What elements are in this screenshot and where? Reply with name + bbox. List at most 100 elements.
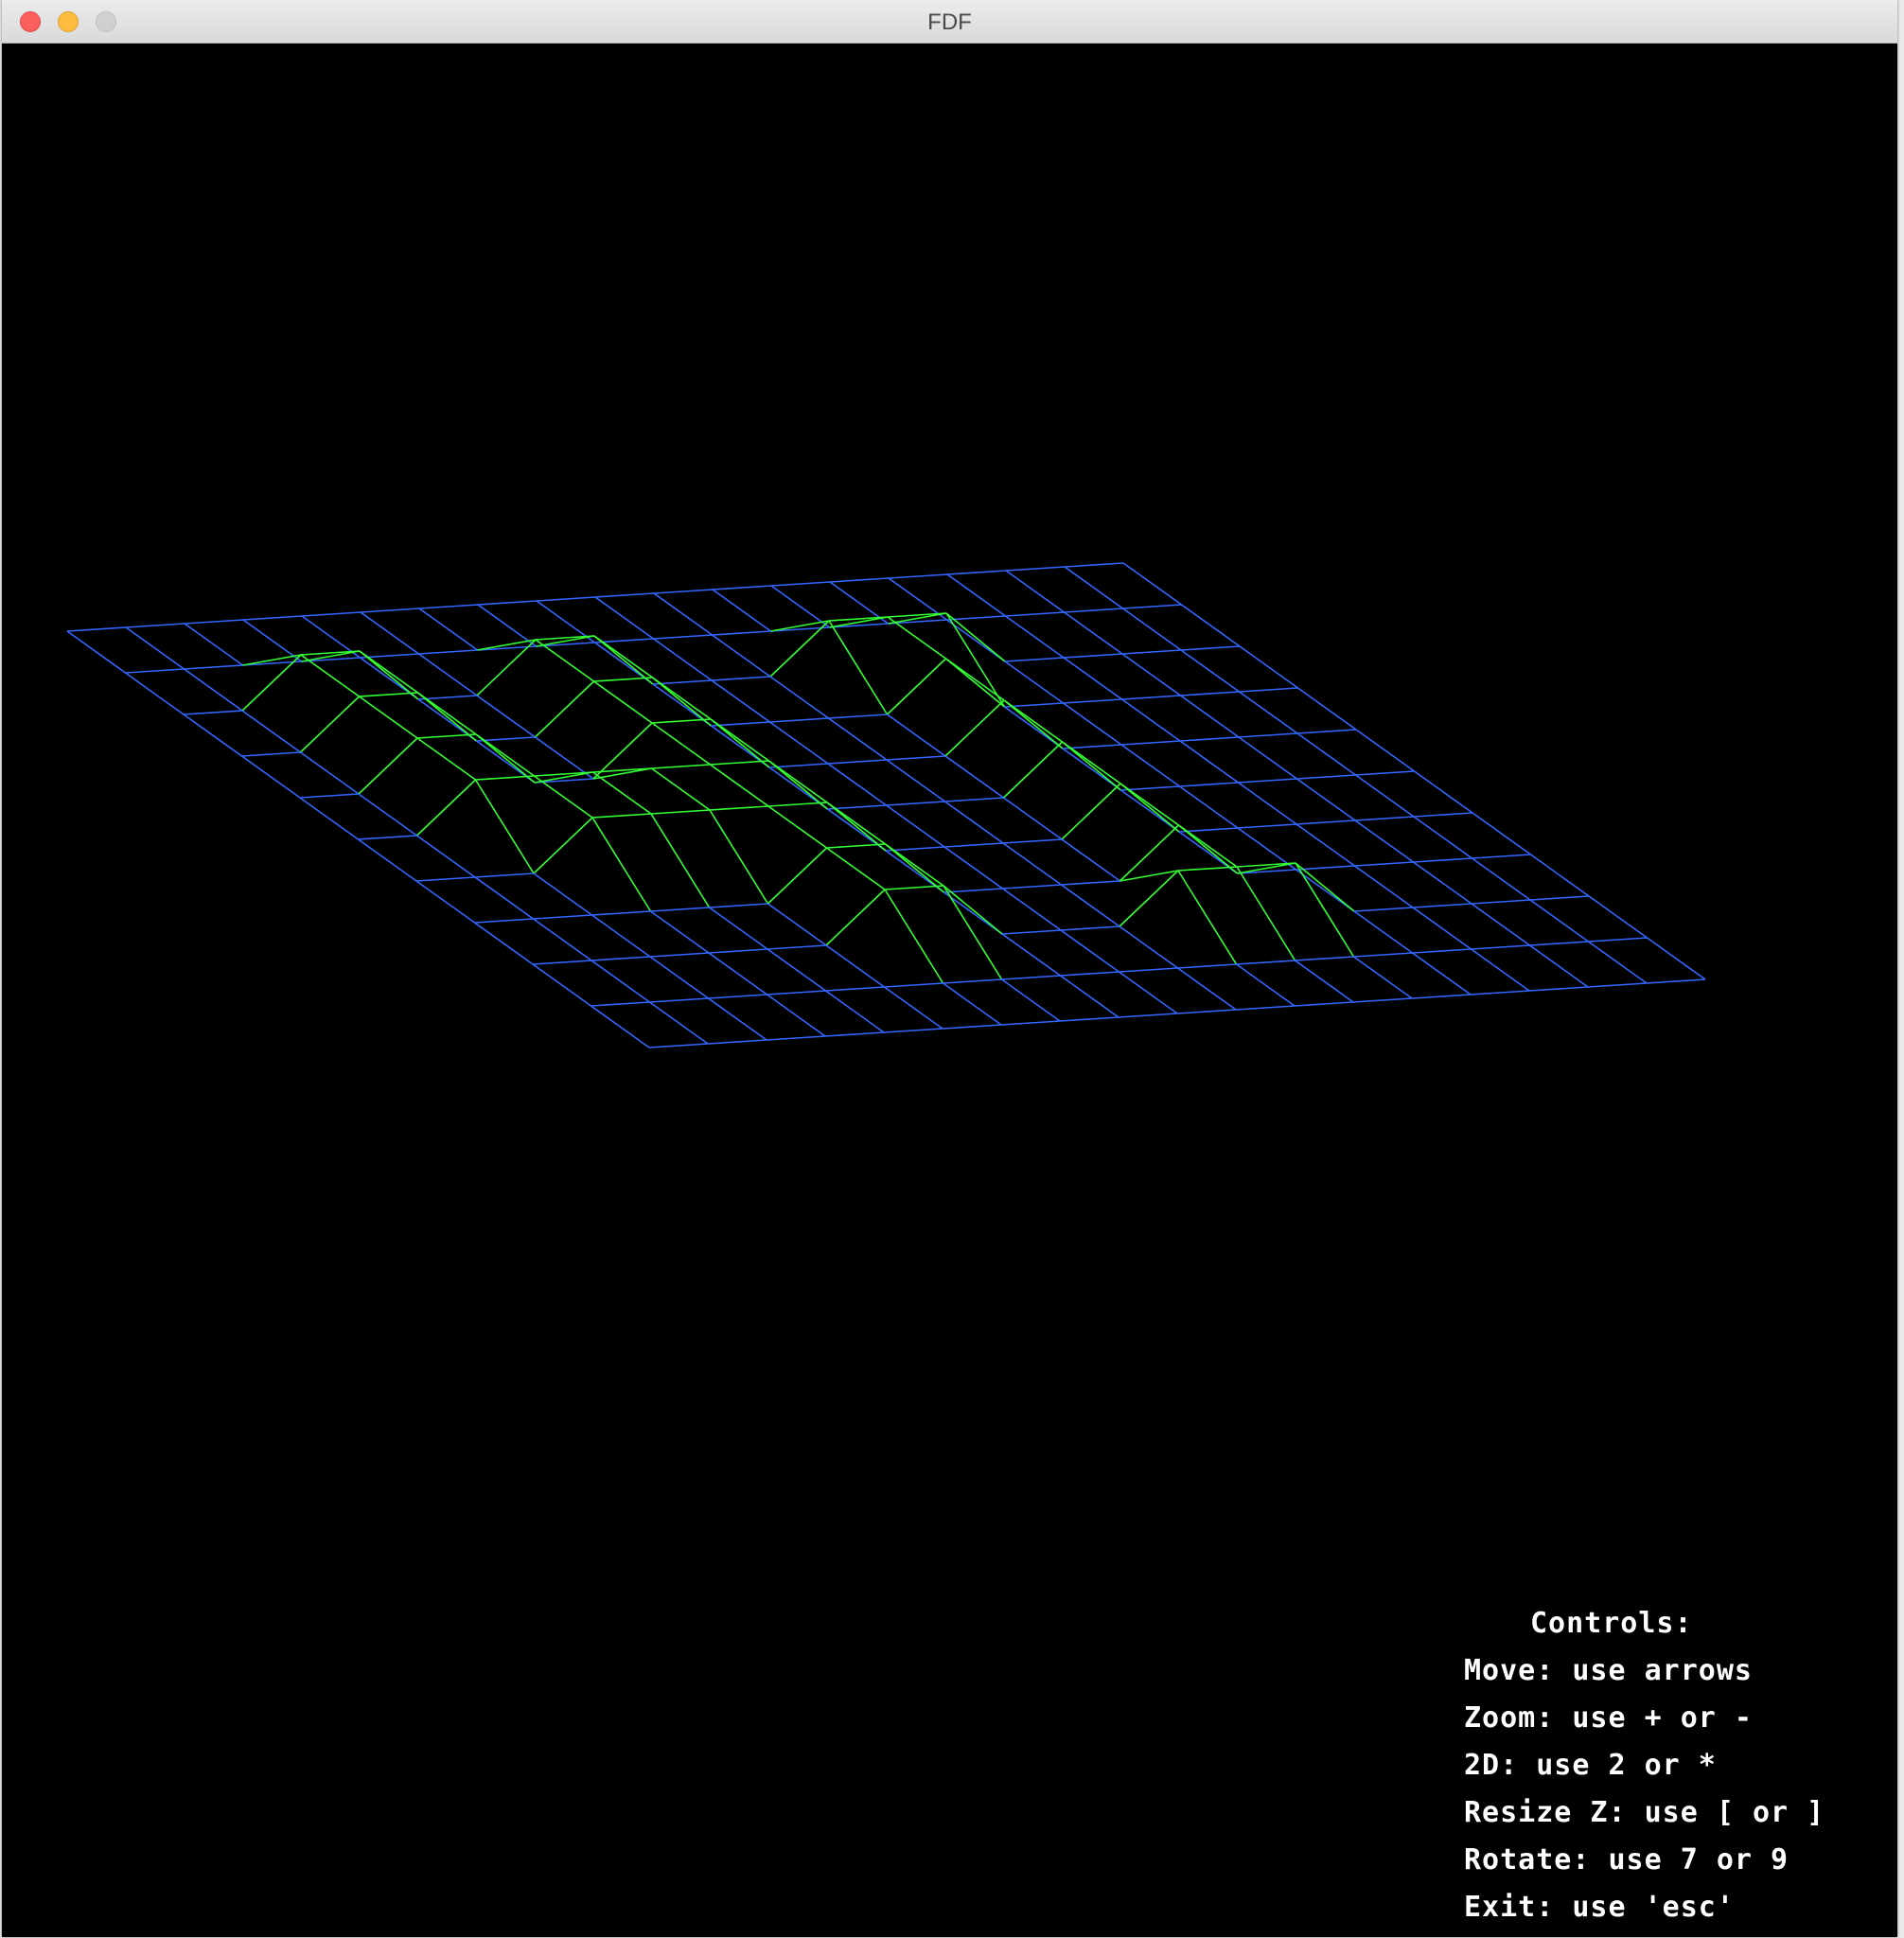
wire-segment-ground [358, 838, 417, 882]
wire-segment-ground [825, 986, 885, 992]
wire-segment-ground [1063, 702, 1122, 746]
wire-segment-ground [591, 960, 650, 1003]
wire-segment-ground [1352, 997, 1413, 1003]
wire-segment-ground [825, 944, 885, 988]
wire-segment-ground [888, 573, 948, 579]
wire-segment-ground [1061, 884, 1120, 927]
wire-segment-ground [827, 763, 887, 806]
wire-segment-ground [1180, 691, 1240, 696]
wire-segment-ground [533, 914, 592, 920]
wire-segment-ground [477, 604, 537, 647]
wire-segment-ground [125, 668, 185, 674]
wire-segment-raised [593, 677, 653, 682]
wire-segment-ground [943, 982, 1002, 1026]
wire-segment-ground [1064, 611, 1123, 655]
wire-segment-ground [1001, 975, 1061, 980]
wire-segment-ground [767, 990, 826, 995]
wire-segment-ground [1529, 941, 1589, 946]
wire-segment-ground [649, 956, 709, 999]
wire-segment-ground [944, 755, 1004, 799]
wire-segment-raised [533, 817, 593, 874]
wire-segment-ground [1355, 729, 1415, 772]
wire-segment-ground [1121, 653, 1181, 696]
wire-segment-raised [943, 885, 1003, 935]
wire-segment-ground [828, 714, 888, 719]
wire-segment-ground [1177, 963, 1237, 969]
wire-segment-ground [1414, 770, 1473, 814]
wire-segment-ground [769, 717, 829, 723]
wire-segment-ground [886, 759, 945, 802]
wire-segment-ground [1354, 819, 1414, 863]
wire-segment-ground [1239, 687, 1298, 693]
wire-segment-ground [650, 910, 710, 954]
title-bar[interactable]: FDF [2, 0, 1897, 44]
wire-segment-ground [125, 672, 185, 715]
wire-segment-ground [1471, 944, 1530, 950]
wire-segment-raised [945, 612, 1006, 708]
wire-segment-raised [767, 847, 828, 905]
wire-segment-ground [1529, 899, 1589, 943]
wire-segment-ground [1060, 925, 1120, 931]
wire-segment-raised [1062, 741, 1121, 784]
wire-segment-ground [1002, 888, 1062, 931]
wire-segment-raised [359, 650, 419, 700]
wire-segment-ground [650, 907, 710, 912]
control-resize-z: Resize Z: use [ or ] [1464, 1796, 1825, 1829]
wire-segment-ground [766, 1035, 826, 1041]
wire-segment-ground [943, 842, 1004, 848]
wire-segment-ground [769, 676, 829, 719]
wire-segment-ground [1238, 782, 1297, 825]
wire-segment-ground [886, 755, 946, 761]
wire-segment-raised [884, 843, 945, 893]
wire-segment-ground [1472, 812, 1531, 855]
wire-segment-ground [1064, 562, 1124, 568]
wire-segment-raised [475, 733, 535, 777]
control-rotate: Rotate: use 7 or 9 [1464, 1843, 1789, 1876]
wire-segment-raised [1236, 866, 1296, 961]
wire-segment-ground [1411, 994, 1472, 999]
wireframe-viewport: Controls: Move: use arrows Zoom: use + o… [4, 44, 1897, 1935]
wire-segment-ground [1119, 971, 1178, 1014]
wire-segment-ground [1412, 903, 1472, 908]
fdf-window: FDF Controls: Move: use arrows Zoom: use… [2, 0, 1897, 1937]
wire-segment-ground [1413, 857, 1472, 863]
wire-segment-raised [710, 718, 770, 768]
wire-segment-ground [767, 948, 826, 992]
wire-segment-raised [1061, 783, 1121, 840]
wire-segment-ground [649, 952, 710, 958]
wire-segment-raised [710, 760, 769, 766]
wire-segment-raised [1178, 824, 1238, 868]
wire-segment-raised [884, 889, 944, 984]
wire-segment-raised [826, 802, 886, 845]
wire-segment-ground [532, 960, 592, 965]
wire-segment-raised [826, 802, 887, 852]
wire-segment-ground [712, 589, 771, 632]
wire-segment-raised [767, 760, 829, 810]
wire-segment-ground [943, 978, 1002, 984]
wire-segment-ground [1005, 611, 1065, 617]
wire-segment-raised [593, 635, 654, 685]
wire-segment-ground [1296, 778, 1356, 821]
wire-segment-ground [1530, 854, 1590, 897]
wire-segment-ground [1235, 1005, 1296, 1011]
wire-segment-ground [532, 963, 591, 1007]
wire-segment-ground [767, 994, 826, 1037]
wire-segment-ground [1061, 838, 1120, 882]
wire-segment-ground [825, 990, 885, 1033]
wire-segment-raised [709, 809, 769, 905]
wire-segment-ground [591, 956, 651, 961]
wire-segment-ground [1295, 956, 1354, 961]
wire-segment-ground [125, 623, 185, 628]
wire-segment-raised [1119, 783, 1179, 826]
wire-segment-ground [591, 1005, 650, 1048]
wire-segment-raised [944, 699, 1005, 757]
wire-segment-ground [299, 797, 359, 840]
wire-segment-ground [1122, 608, 1182, 651]
wire-segment-ground [1413, 861, 1472, 905]
wire-segment-ground [1179, 736, 1240, 742]
wire-segment-ground [591, 1001, 650, 1007]
wire-segment-ground [770, 581, 831, 587]
wire-segment-ground [360, 608, 420, 613]
wire-segment-ground [712, 630, 771, 636]
wire-segment-ground [242, 619, 302, 662]
